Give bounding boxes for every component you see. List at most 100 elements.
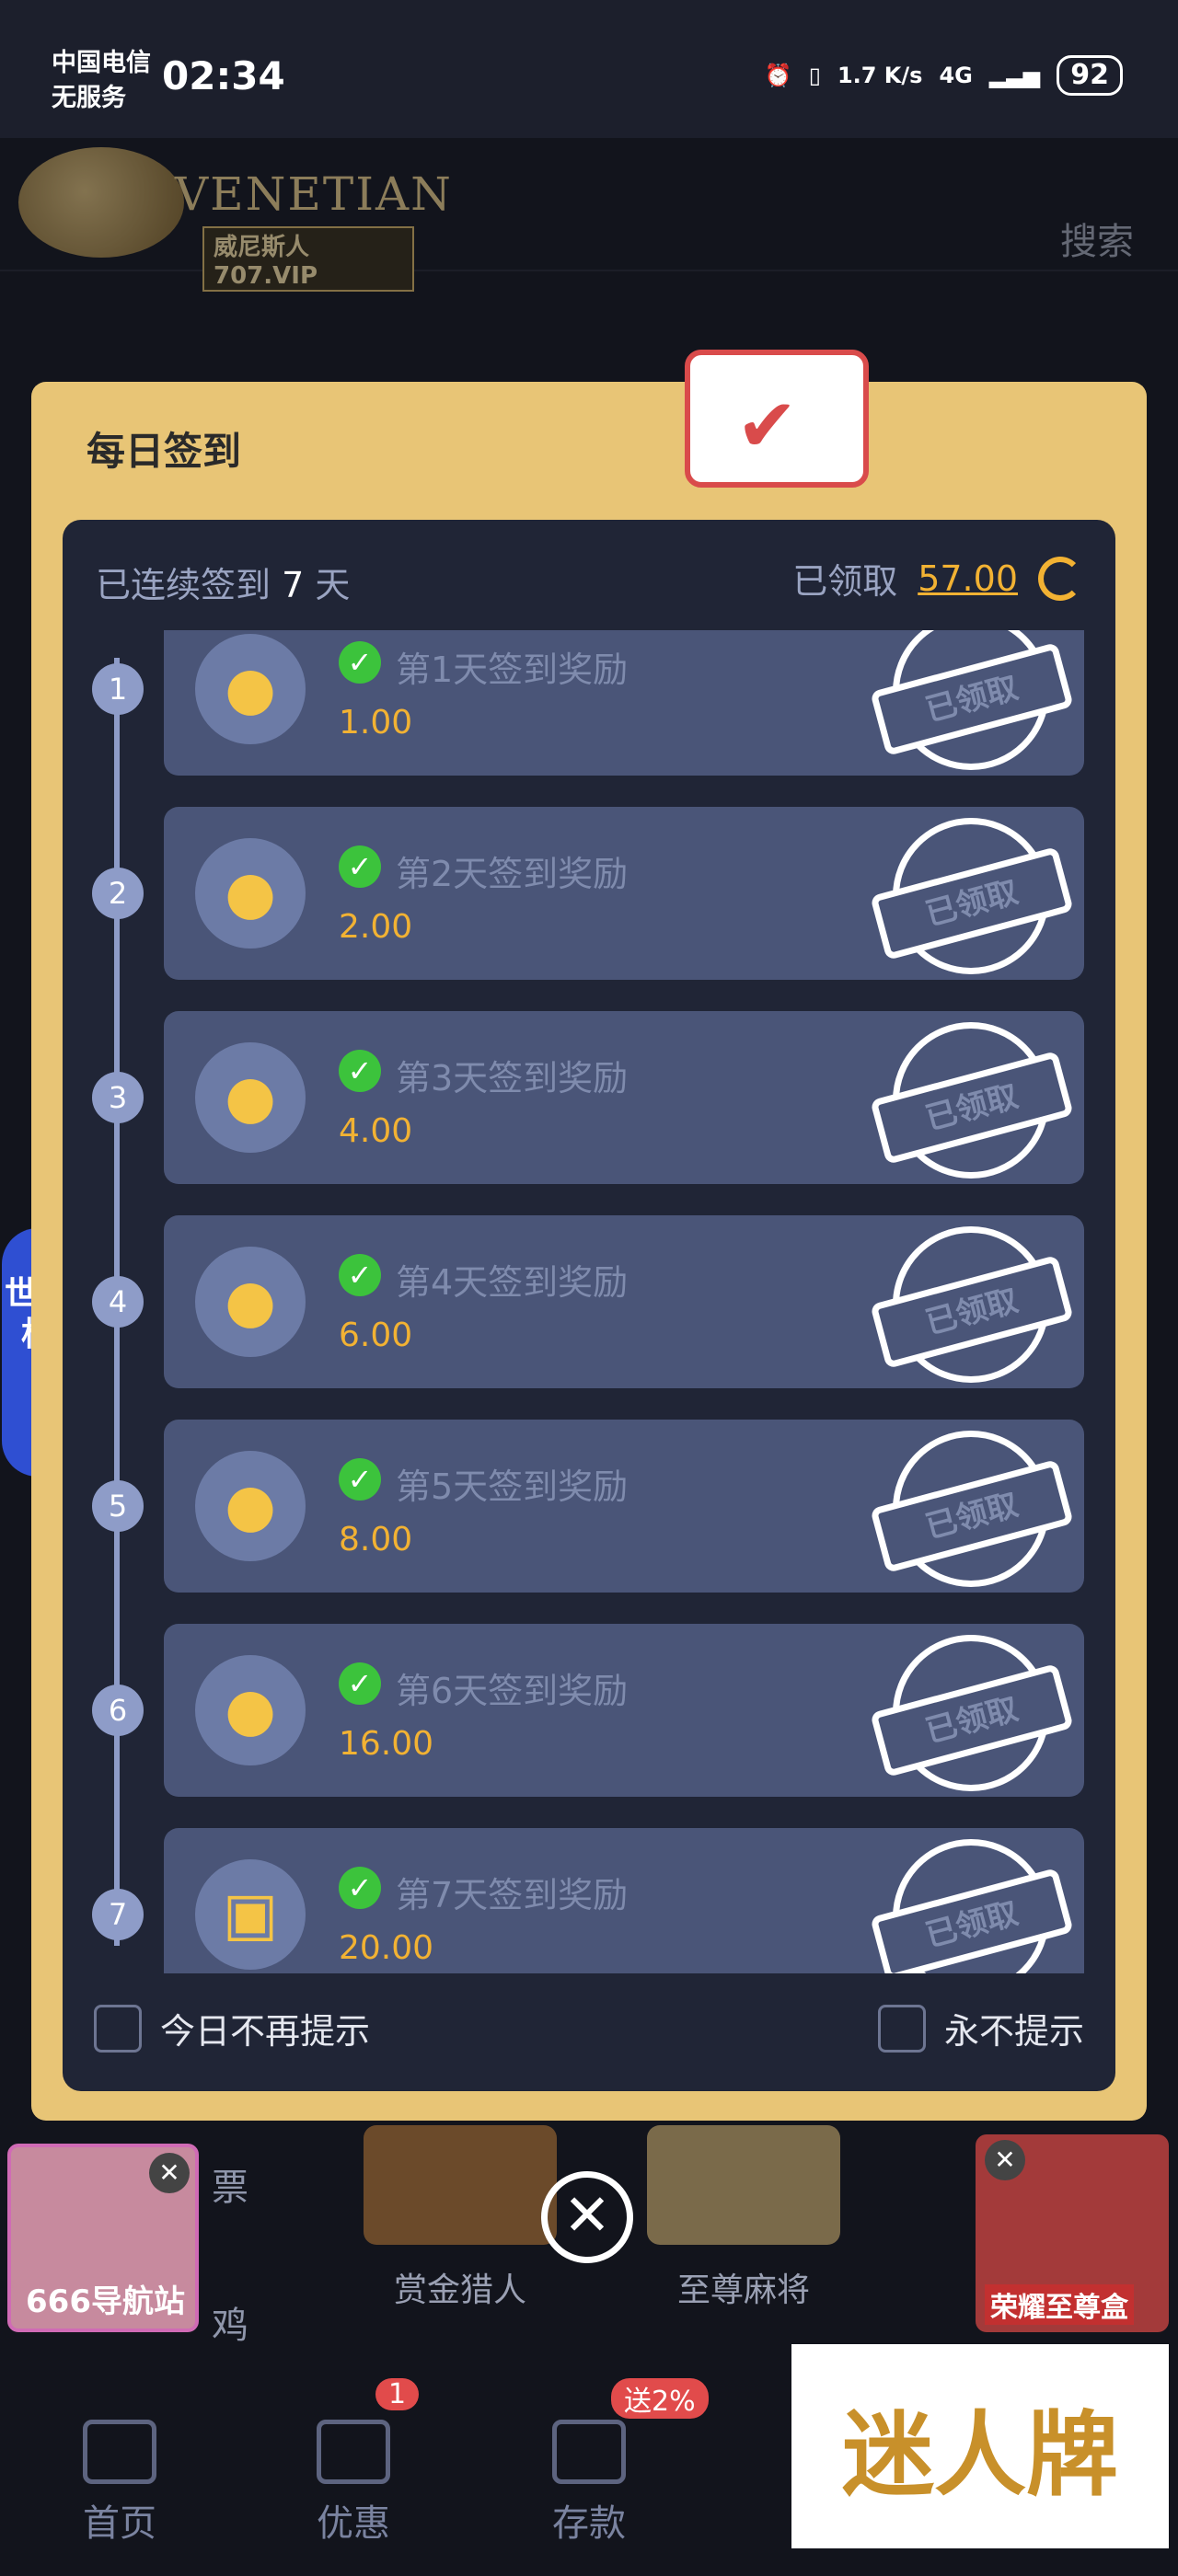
check-icon: ✓ xyxy=(339,1254,381,1296)
ad-left-label: 666导航站 xyxy=(26,2283,185,2320)
coin-3-icon: ● xyxy=(195,1042,306,1153)
day-number: 6 xyxy=(92,1685,144,1736)
check-icon: ✓ xyxy=(339,641,381,684)
day-number: 4 xyxy=(92,1276,144,1328)
calendar-check-icon: ✔ xyxy=(736,383,799,468)
stamp-label: 已领取 xyxy=(870,1255,1074,1369)
reward-card[interactable]: ● ✓ 第5天签到奖励 8.00 已领取 xyxy=(164,1420,1084,1593)
claimed-stamp: 已领取 xyxy=(870,818,1074,974)
reward-card[interactable]: ● ✓ 第2天签到奖励 2.00 已领取 xyxy=(164,807,1084,980)
claimed-stamp: 已领取 xyxy=(870,1022,1074,1179)
stamp-label: 已领取 xyxy=(870,1663,1074,1777)
dont-show-today-checkbox[interactable] xyxy=(94,2004,142,2053)
reward-card[interactable]: ▣ ✓ 第7天签到奖励 20.00 已领取 xyxy=(164,1828,1084,1973)
reward-amount: 8.00 xyxy=(339,1521,413,1558)
brand-watermark-text: 迷人牌 xyxy=(842,2400,1118,2509)
claimed-amount[interactable]: 57.00 xyxy=(918,558,1018,599)
calendar-icon: ✔ xyxy=(685,350,869,488)
reward-item: 5 ● ✓ 第5天签到奖励 8.00 已领取 xyxy=(63,1420,1115,1593)
claimed-stamp: 已领取 xyxy=(870,630,1074,770)
stamp-label: 已领取 xyxy=(870,1868,1074,1973)
never-show-option[interactable]: 永不提示 xyxy=(877,2003,1084,2053)
nav-home[interactable]: 首页 xyxy=(46,2420,193,2547)
status-time: 02:34 xyxy=(162,53,285,98)
close-icon[interactable]: ✕ xyxy=(985,2140,1025,2180)
day-number: 7 xyxy=(92,1889,144,1940)
ad-right-label: 荣耀至尊盒 xyxy=(985,2284,1134,2325)
dont-show-today-option[interactable]: 今日不再提示 xyxy=(94,2003,370,2053)
reward-title: 第4天签到奖励 xyxy=(396,1262,629,1303)
carrier-service: 无服务 xyxy=(52,84,126,112)
brand-watermark: 迷人牌 xyxy=(791,2344,1169,2548)
stamp-label: 已领取 xyxy=(870,846,1074,960)
close-modal-button[interactable]: ✕ xyxy=(541,2171,633,2263)
wallet-icon xyxy=(552,2420,626,2484)
gift-icon xyxy=(317,2420,390,2484)
nav-home-label: 首页 xyxy=(83,2502,156,2545)
deposit-badge: 送2% xyxy=(611,2378,709,2419)
reward-title: 第1天签到奖励 xyxy=(396,650,629,690)
cash-case-icon: ▣ xyxy=(195,1859,306,1970)
refresh-icon[interactable] xyxy=(1038,556,1082,601)
status-icons: ⏰ ▯ 1.7 K/s 4G ▂▃▅ 92 xyxy=(765,55,1123,96)
checkin-panel: 已连续签到 7 天 已领取 57.00 1 ● ✓ 第1天签到奖励 1.00 已… xyxy=(63,520,1115,2091)
coin-4-icon: ● xyxy=(195,1247,306,1357)
network-type: 4G xyxy=(939,63,973,88)
streak-suffix: 天 xyxy=(315,565,351,605)
side-label-2: 鸡 xyxy=(212,2305,248,2347)
nav-deposit[interactable]: 存款 xyxy=(515,2420,663,2547)
alarm-icon: ⏰ xyxy=(764,63,792,88)
claimed-summary: 已领取 57.00 xyxy=(792,553,1082,604)
checkin-banner: ✔ xyxy=(464,350,1108,488)
reward-card[interactable]: ● ✓ 第6天签到奖励 16.00 已领取 xyxy=(164,1624,1084,1797)
day-number: 2 xyxy=(92,868,144,919)
reward-item: 7 ▣ ✓ 第7天签到奖励 20.00 已领取 xyxy=(63,1828,1115,1973)
reward-item: 1 ● ✓ 第1天签到奖励 1.00 已领取 xyxy=(63,630,1115,776)
side-label-1: 票 xyxy=(212,2167,248,2209)
reward-title: 第6天签到奖励 xyxy=(396,1671,629,1711)
reward-amount: 6.00 xyxy=(339,1317,413,1354)
reward-card[interactable]: ● ✓ 第4天签到奖励 6.00 已领取 xyxy=(164,1215,1084,1388)
check-icon: ✓ xyxy=(339,845,381,888)
vibrate-icon: ▯ xyxy=(808,63,821,88)
ad-banner-right[interactable]: ✕ 荣耀至尊盒 xyxy=(976,2134,1169,2332)
coin-1-icon: ● xyxy=(195,634,306,744)
close-icon[interactable]: ✕ xyxy=(149,2153,190,2193)
streak-days: 7 xyxy=(282,565,305,605)
reward-list[interactable]: 1 ● ✓ 第1天签到奖励 1.00 已领取 2 ● ✓ 第2天签到奖励 2.0… xyxy=(63,630,1115,1973)
coin-6-icon: ● xyxy=(195,1655,306,1765)
carrier-info: 中国电信 无服务 xyxy=(52,46,151,116)
game-tile[interactable]: 赏金猎人 xyxy=(364,2125,557,2311)
stamp-label: 已领取 xyxy=(870,1459,1074,1573)
nav-promo[interactable]: 优惠 xyxy=(280,2420,427,2547)
reward-card[interactable]: ● ✓ 第1天签到奖励 1.00 已领取 xyxy=(164,630,1084,776)
signal-icon: ▂▃▅ xyxy=(988,63,1041,88)
reward-amount: 2.00 xyxy=(339,908,413,946)
claimed-stamp: 已领取 xyxy=(870,1839,1074,1973)
reward-card[interactable]: ● ✓ 第3天签到奖励 4.00 已领取 xyxy=(164,1011,1084,1184)
coin-5-icon: ● xyxy=(195,1451,306,1561)
ad-banner-left[interactable]: ✕ 666导航站 xyxy=(7,2144,199,2332)
game-thumbnail xyxy=(364,2125,557,2245)
home-icon xyxy=(83,2420,156,2484)
day-number: 3 xyxy=(92,1072,144,1123)
reward-amount: 4.00 xyxy=(339,1112,413,1150)
coin-2-icon: ● xyxy=(195,838,306,949)
promo-badge: 1 xyxy=(375,2378,420,2410)
reward-title: 第2天签到奖励 xyxy=(396,854,629,894)
game-tile[interactable]: 至尊麻将 xyxy=(647,2125,840,2311)
reward-amount: 16.00 xyxy=(339,1725,434,1763)
never-show-checkbox[interactable] xyxy=(877,2004,926,2053)
game-thumbnail xyxy=(647,2125,840,2245)
modal-title: 每日签到 xyxy=(87,429,242,474)
reward-title: 第7天签到奖励 xyxy=(396,1875,629,1915)
reward-title: 第5天签到奖励 xyxy=(396,1466,629,1507)
reward-item: 4 ● ✓ 第4天签到奖励 6.00 已领取 xyxy=(63,1215,1115,1388)
day-number: 1 xyxy=(92,663,144,715)
dont-show-today-label: 今日不再提示 xyxy=(160,2011,371,2052)
status-bar: 中国电信 无服务 02:34 ⏰ ▯ 1.7 K/s 4G ▂▃▅ 92 xyxy=(0,0,1178,138)
claimed-label: 已领取 xyxy=(792,561,898,602)
game-label: 赏金猎人 xyxy=(393,2271,526,2309)
nav-promo-label: 优惠 xyxy=(317,2502,390,2545)
check-icon: ✓ xyxy=(339,1662,381,1705)
